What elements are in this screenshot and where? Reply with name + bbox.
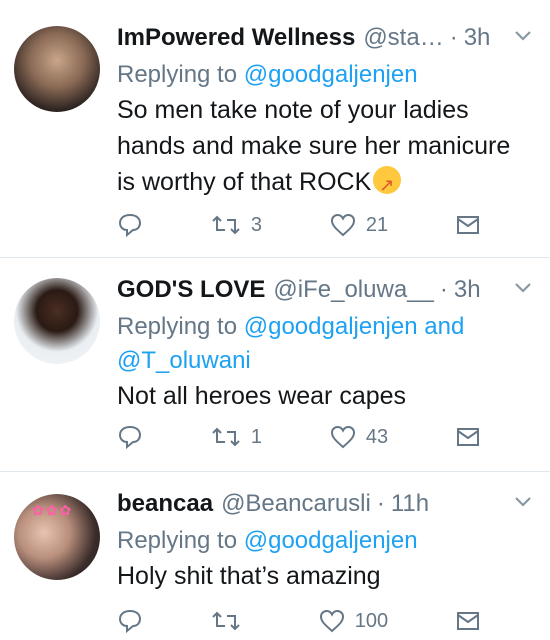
author-handle[interactable]: @Beancarusli — [221, 488, 371, 520]
avatar[interactable] — [14, 26, 100, 112]
reply-target-link[interactable]: @goodgaljenjen and — [244, 313, 465, 340]
separator: · — [439, 276, 448, 303]
retweet-icon — [212, 611, 240, 631]
like-count: 100 — [354, 609, 389, 632]
action-bar: 3 21 — [117, 212, 480, 238]
replying-to: Replying to @goodgaljenjen — [117, 524, 532, 558]
tweet-text: Holy shit that’s amazing — [117, 558, 532, 594]
like-button[interactable]: 21 — [330, 213, 388, 237]
tweet-text-line: is worthy of that ROCK — [117, 164, 532, 203]
reply-button[interactable] — [117, 212, 143, 238]
message-icon — [457, 216, 479, 234]
tweet[interactable]: GOD'S LOVE @iFe_oluwa__ · 3h Replying to… — [0, 258, 550, 472]
tweet-header: ImPowered Wellness @sta… · 3h — [117, 22, 532, 54]
reply-button[interactable] — [117, 424, 143, 450]
like-count: 43 — [365, 425, 389, 448]
author-handle[interactable]: @sta… — [363, 22, 443, 54]
replying-prefix: Replying to — [117, 61, 244, 88]
reply-target-link[interactable]: @goodgaljenjen — [244, 61, 418, 88]
like-button[interactable]: 43 — [330, 425, 388, 449]
replying-prefix: Replying to — [117, 313, 244, 340]
reply-icon — [118, 609, 142, 634]
tweet-text-line-text: is worthy of that ROCK — [117, 168, 372, 196]
retweet-icon — [212, 427, 240, 447]
chevron-down-icon[interactable] — [514, 26, 532, 47]
like-icon — [319, 609, 344, 633]
like-icon — [330, 425, 355, 449]
like-icon — [330, 213, 355, 237]
author-name[interactable]: beancaa — [117, 488, 213, 520]
separator: · — [376, 490, 385, 517]
timestamp[interactable]: 3h — [454, 274, 481, 306]
author-handle[interactable]: @iFe_oluwa__ — [273, 274, 433, 306]
reply-icon — [118, 425, 142, 450]
retweet-icon — [212, 215, 240, 235]
tweet[interactable]: ✿✿✿ beancaa @Beancarusli · 11h Replying … — [0, 472, 550, 640]
tweet-text-line: hands and make sure her manicure — [117, 132, 511, 160]
message-icon — [457, 428, 479, 446]
tweet-header: GOD'S LOVE @iFe_oluwa__ · 3h — [117, 274, 532, 306]
timestamp[interactable]: 11h — [391, 488, 429, 520]
timestamp[interactable]: 3h — [464, 22, 491, 54]
retweet-button[interactable]: 3 — [211, 213, 262, 237]
direct-message-button[interactable] — [456, 611, 480, 631]
direct-message-button[interactable] — [456, 427, 480, 447]
avatar[interactable] — [14, 278, 100, 364]
retweet-count: 3 — [250, 213, 262, 236]
rolling-laughing-emoji-icon — [373, 166, 402, 203]
retweet-count: 1 — [250, 425, 262, 448]
tweet-text-line: Not all heroes wear capes — [117, 382, 407, 410]
replying-to: Replying to @goodgaljenjen and @T_oluwan… — [117, 310, 532, 378]
reply-target-link[interactable]: @T_oluwani — [117, 344, 532, 378]
tweet-text: Not all heroes wear capes — [117, 378, 532, 414]
tweet-text-line: Holy shit that’s amazing — [117, 562, 381, 590]
replying-to: Replying to @goodgaljenjen — [117, 58, 532, 92]
reply-icon — [118, 213, 142, 238]
reply-button[interactable] — [117, 608, 143, 634]
like-count: 21 — [365, 213, 389, 236]
action-bar: 1 43 — [117, 424, 480, 450]
chevron-down-icon[interactable] — [514, 278, 532, 299]
replying-prefix: Replying to — [117, 527, 244, 554]
direct-message-button[interactable] — [456, 215, 480, 235]
avatar[interactable]: ✿✿✿ — [14, 494, 100, 580]
separator: · — [449, 24, 458, 51]
action-bar: 100 — [117, 608, 480, 634]
author-name[interactable]: GOD'S LOVE — [117, 274, 265, 306]
retweet-button[interactable]: 1 — [211, 425, 262, 449]
like-button[interactable]: 100 — [319, 609, 388, 633]
message-icon — [457, 612, 479, 630]
flower-crown-icon: ✿✿✿ — [32, 502, 74, 518]
tweet[interactable]: ImPowered Wellness @sta… · 3h Replying t… — [0, 0, 550, 258]
tweet-text-line: So men take note of your ladies — [117, 96, 469, 124]
author-name[interactable]: ImPowered Wellness — [117, 22, 355, 54]
tweet-header: beancaa @Beancarusli · 11h — [117, 488, 532, 520]
chevron-down-icon[interactable] — [514, 492, 532, 513]
tweet-text: So men take note of your ladies hands an… — [117, 92, 532, 203]
reply-target-link[interactable]: @goodgaljenjen — [244, 527, 418, 554]
retweet-button[interactable] — [211, 609, 251, 633]
